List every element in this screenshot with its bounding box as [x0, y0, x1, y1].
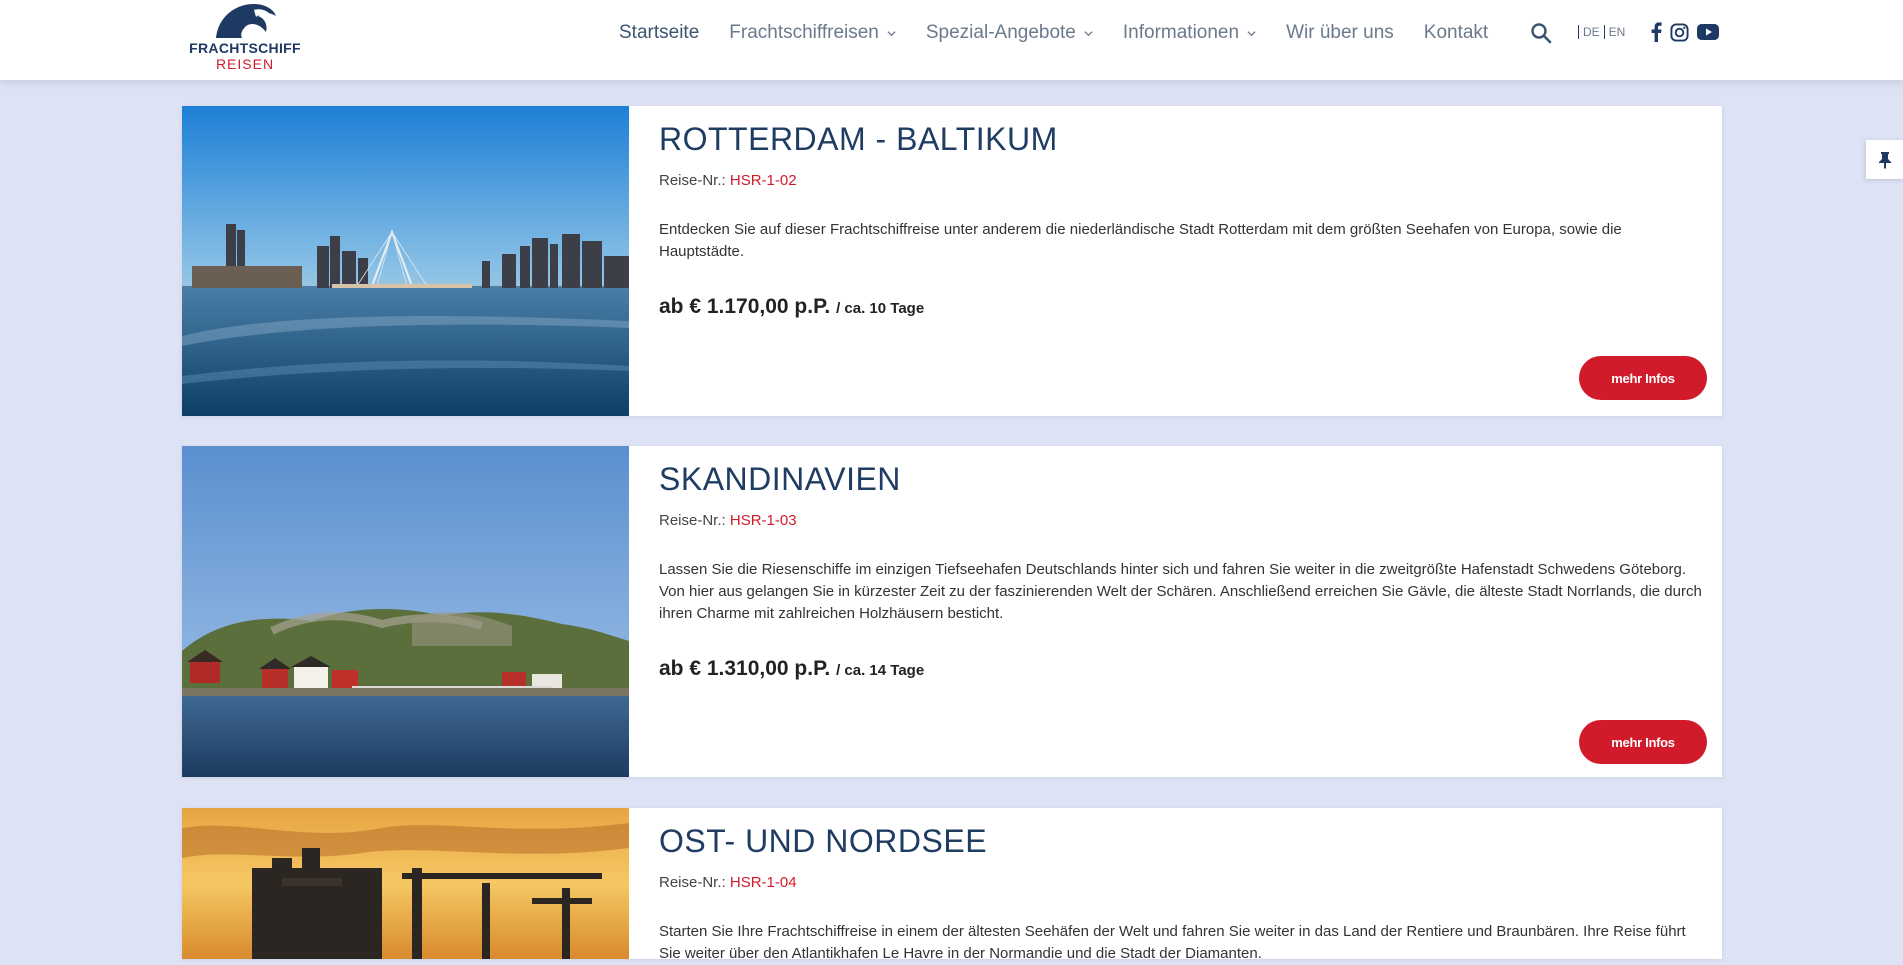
nav-item-informationen[interactable]: Informationen [1123, 22, 1256, 44]
eagle-logo-icon [216, 4, 276, 38]
nav-item-kontakt[interactable]: Kontakt [1424, 22, 1488, 44]
chevron-down-icon [1247, 30, 1256, 36]
instagram-icon[interactable] [1670, 22, 1689, 42]
trip-image-skandinavien [182, 446, 629, 777]
trip-price: ab € 1.170,00 p.P. / ca. 10 Tage [659, 295, 1706, 319]
trip-number-label: Reise-Nr.: [659, 874, 726, 892]
nav-item-label: Kontakt [1423, 22, 1489, 43]
trip-description: Starten Sie Ihre Frachtschiffreise in ei… [659, 923, 1686, 963]
trip-title: OST- UND NORDSEE [659, 823, 988, 859]
facebook-icon[interactable] [1650, 22, 1662, 42]
language-de[interactable]: DE [1578, 25, 1604, 39]
trip-title: SKANDINAVIEN [659, 461, 901, 497]
social-links [1650, 22, 1727, 42]
trip-image-rotterdam [182, 106, 629, 416]
trip-number: Reise-Nr.: HSR-1-02 [659, 172, 1706, 189]
language-switcher: DE EN [1578, 25, 1629, 39]
mehr-infos-button[interactable]: mehr Infos [1579, 720, 1707, 764]
pin-icon[interactable] [1866, 140, 1903, 179]
nav-item-label: Frachtschiffreisen [729, 22, 879, 43]
site-header: FRACHTSCHIFF REISEN Startseite Frachtsch… [0, 0, 1903, 80]
trip-image-ost-nordsee [182, 808, 629, 959]
trip-duration: / ca. 14 Tage [836, 662, 925, 680]
trip-description: Lassen Sie die Riesenschiffe im einzigen… [659, 561, 1702, 623]
trip-number-label: Reise-Nr.: [659, 512, 726, 530]
trip-number: Reise-Nr.: HSR-1-03 [659, 512, 1706, 529]
search-icon[interactable] [1530, 22, 1552, 49]
trip-duration: / ca. 10 Tage [836, 300, 925, 318]
trip-card: OST- UND NORDSEE Reise-Nr.: HSR-1-04 Sta… [182, 808, 1722, 962]
trip-card: ROTTERDAM - BALTIKUM Reise-Nr.: HSR-1-02… [182, 106, 1722, 416]
trip-price-value: ab € 1.170,00 p.P. [659, 295, 831, 319]
nav-item-spezial-angebote[interactable]: Spezial-Angebote [926, 22, 1093, 44]
trip-number-label: Reise-Nr.: [659, 172, 726, 190]
trip-number: Reise-Nr.: HSR-1-04 [659, 874, 1706, 891]
trip-title: ROTTERDAM - BALTIKUM [659, 121, 1058, 157]
trip-price: ab € 1.310,00 p.P. / ca. 14 Tage [659, 657, 1706, 681]
main-nav: Startseite Frachtschiffreisen Spezial-An… [619, 20, 1518, 46]
trip-description: Entdecken Sie auf dieser Frachtschiffrei… [659, 221, 1622, 261]
site-logo[interactable]: FRACHTSCHIFF REISEN [180, 0, 310, 74]
trip-number-code: HSR-1-03 [729, 512, 797, 530]
trip-price-value: ab € 1.310,00 p.P. [659, 657, 831, 681]
chevron-down-icon [1084, 30, 1093, 36]
nav-item-frachtschiffreisen[interactable]: Frachtschiffreisen [729, 22, 896, 44]
logo-text-line1: FRACHTSCHIFF [189, 40, 301, 56]
language-en[interactable]: EN [1603, 25, 1630, 39]
trip-number-code: HSR-1-02 [729, 172, 797, 190]
nav-item-label: Spezial-Angebote [925, 22, 1076, 43]
chevron-down-icon [887, 30, 896, 36]
trip-number-code: HSR-1-04 [729, 874, 797, 892]
nav-item-wir-ueber-uns[interactable]: Wir über uns [1286, 22, 1394, 44]
nav-item-label: Startseite [619, 22, 700, 43]
nav-item-startseite[interactable]: Startseite [619, 22, 699, 44]
nav-item-label: Informationen [1122, 22, 1240, 43]
trip-card: SKANDINAVIEN Reise-Nr.: HSR-1-03 Lassen … [182, 446, 1722, 777]
nav-item-label: Wir über uns [1286, 22, 1394, 43]
mehr-infos-button[interactable]: mehr Infos [1579, 356, 1707, 400]
logo-text-line2: REISEN [215, 56, 275, 72]
youtube-icon[interactable] [1697, 24, 1719, 40]
